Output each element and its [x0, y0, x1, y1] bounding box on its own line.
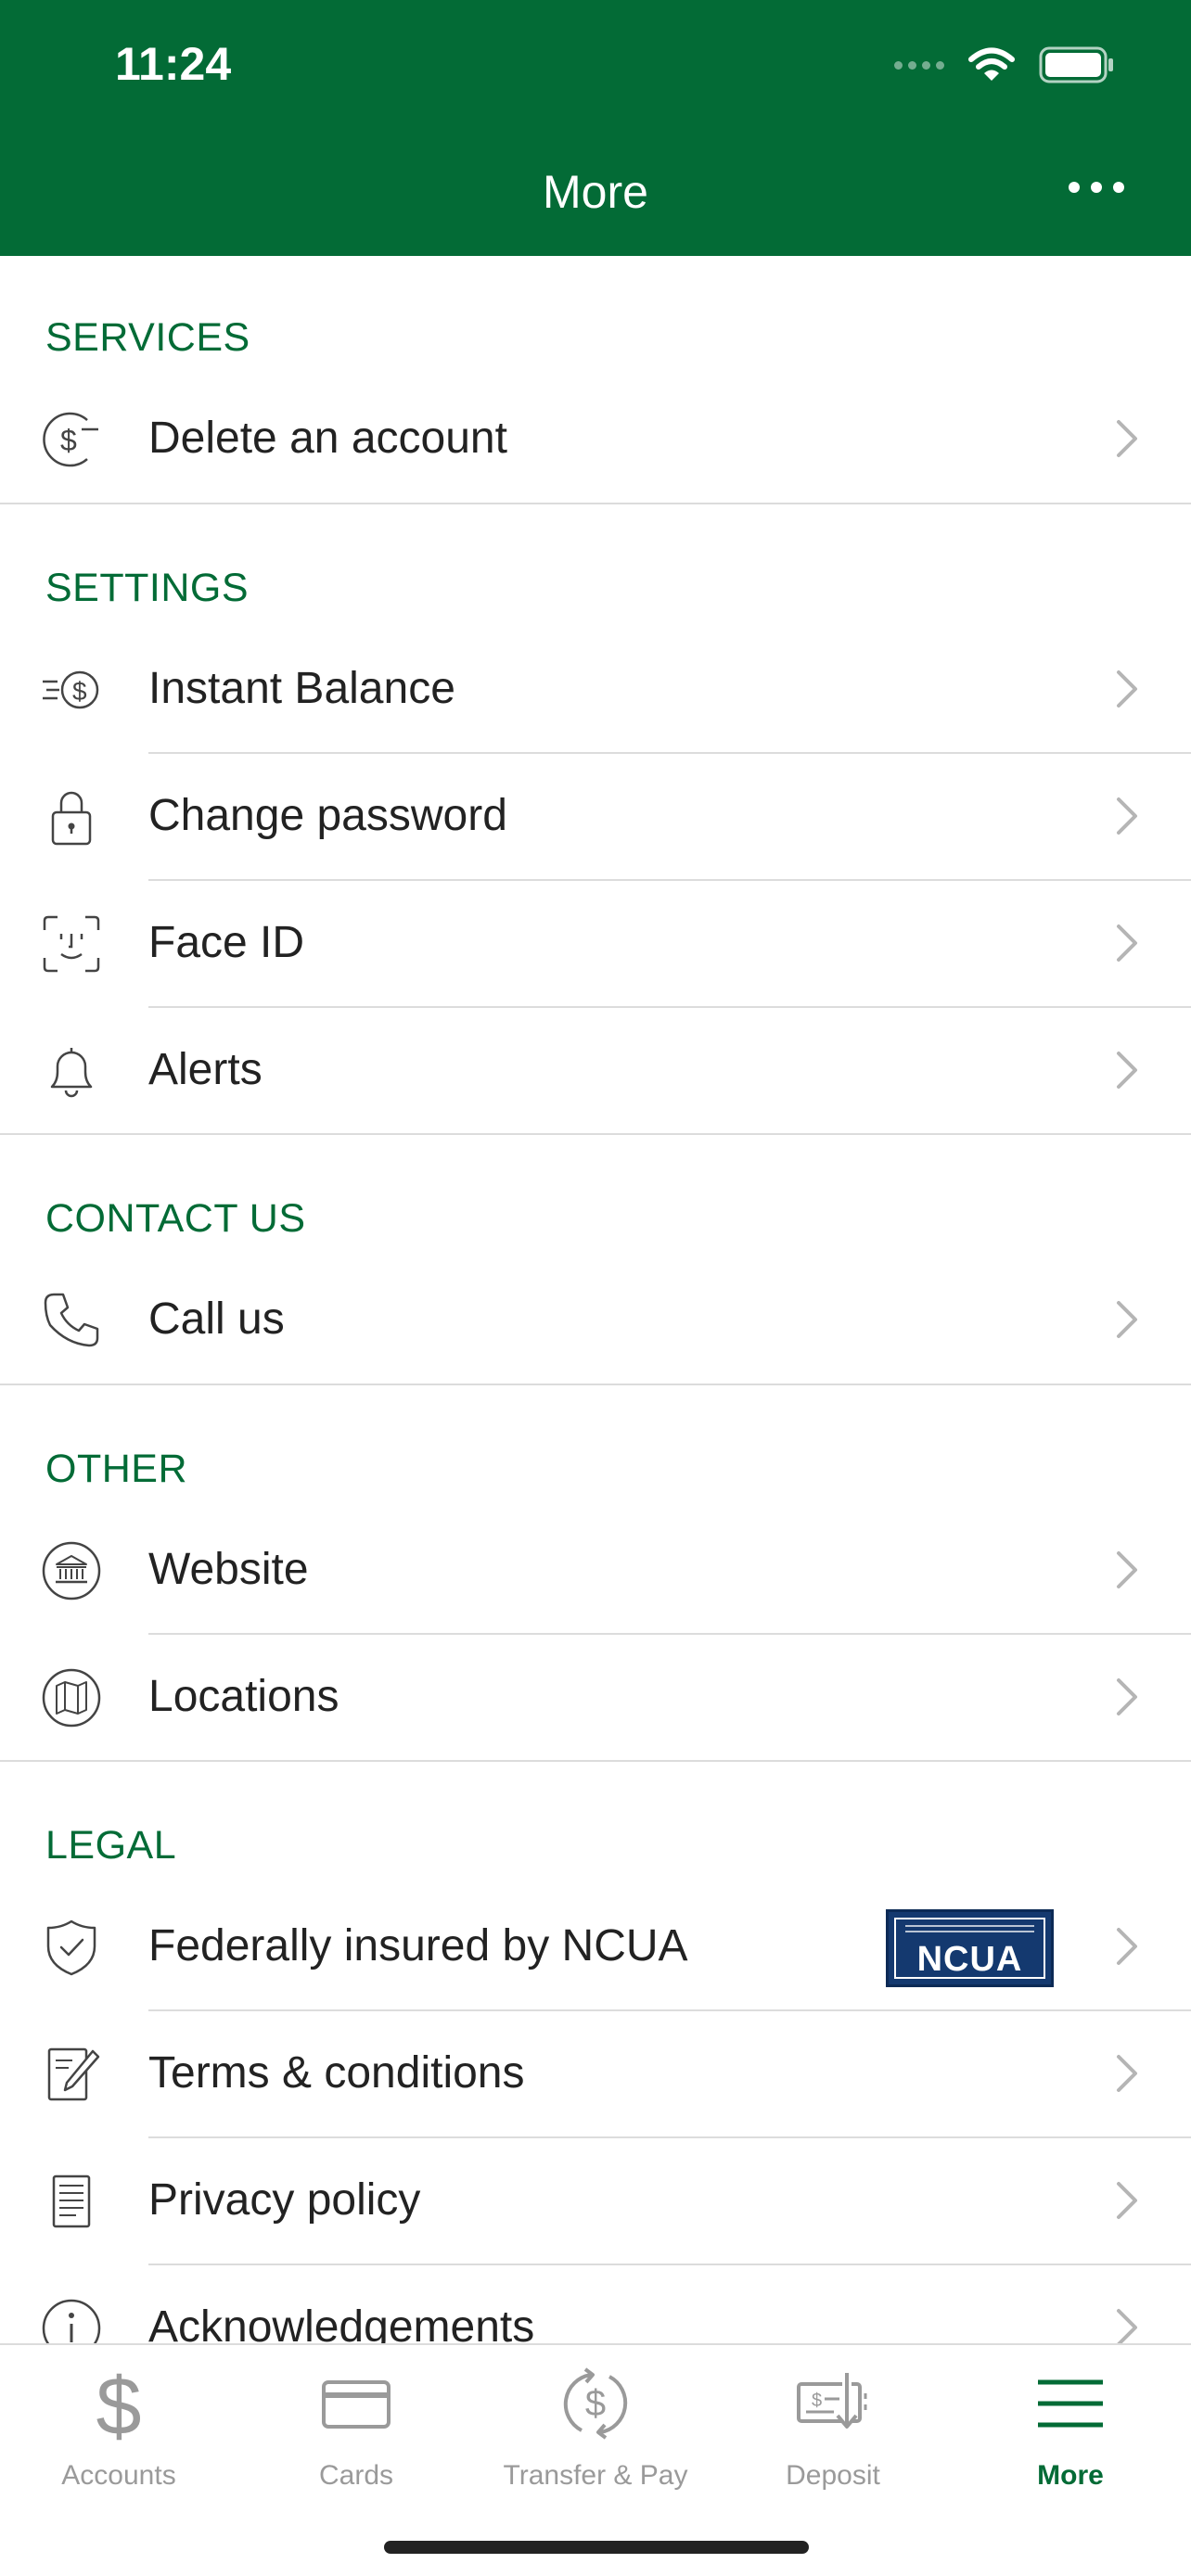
- menu-item-label: Privacy policy: [148, 2175, 421, 2225]
- menu-item-label: Locations: [148, 1672, 339, 1721]
- tab-label: Cards: [318, 2460, 394, 2491]
- svg-text:$: $: [96, 2362, 142, 2445]
- chevron-right-icon: [1117, 1678, 1137, 1715]
- svg-text:$: $: [72, 677, 87, 706]
- chevron-right-icon: [1117, 2182, 1137, 2219]
- tab-label: More: [1037, 2460, 1104, 2491]
- menu-item-delete-account[interactable]: $ Delete an account: [0, 376, 1191, 503]
- section-divider: [0, 1760, 1191, 1762]
- menu-item-alerts[interactable]: Alerts: [0, 1007, 1191, 1134]
- section-header-contact-us: CONTACT US: [45, 1196, 306, 1241]
- tab-deposit[interactable]: $ Deposit: [714, 2345, 952, 2531]
- menu-item-label: Alerts: [148, 1045, 263, 1094]
- menu-item-privacy-policy[interactable]: Privacy policy: [0, 2137, 1191, 2264]
- chevron-right-icon: [1117, 2309, 1137, 2343]
- transfer-icon: $: [563, 2367, 628, 2440]
- svg-text:$: $: [585, 2383, 606, 2424]
- shield-check-icon: [46, 1919, 96, 1976]
- chevron-right-icon: [1117, 1928, 1137, 1965]
- check-deposit-icon: $: [797, 2373, 867, 2429]
- menu-item-call-us[interactable]: Call us: [0, 1256, 1191, 1384]
- section-divider: [0, 1384, 1191, 1385]
- section-header-legal: LEGAL: [45, 1823, 177, 1868]
- menu-item-federally-insured[interactable]: Federally insured by NCUA NCUA: [0, 1883, 1191, 2010]
- chevron-right-icon: [1117, 1551, 1137, 1588]
- ncua-badge-text: NCUA: [916, 1940, 1023, 1979]
- menu-item-label: Change password: [148, 791, 507, 840]
- section-header-settings: SETTINGS: [45, 566, 250, 610]
- document-edit-icon: [47, 2047, 100, 2101]
- lock-icon: [51, 791, 92, 846]
- home-indicator: [384, 2541, 809, 2554]
- tab-label: Transfer & Pay: [503, 2460, 688, 2491]
- dollar-minus-icon: $: [43, 412, 98, 467]
- menu-item-label: Delete an account: [148, 414, 507, 463]
- tab-transfer-pay[interactable]: $ Transfer & Pay: [477, 2345, 714, 2531]
- menu-item-locations[interactable]: Locations: [0, 1634, 1191, 1761]
- info-icon: [42, 2299, 101, 2343]
- more-menu-list: SERVICES $ Delete an account SETTINGS $ …: [0, 256, 1191, 2343]
- tab-label: Accounts: [61, 2460, 176, 2491]
- menu-item-label: Federally insured by NCUA: [148, 1921, 688, 1970]
- menu-item-label: Website: [148, 1545, 309, 1594]
- card-icon: [322, 2380, 391, 2429]
- cellular-signal-icon: [894, 60, 944, 70]
- section-divider: [0, 503, 1191, 504]
- phone-icon: [44, 1293, 99, 1347]
- section-header-other: OTHER: [45, 1447, 187, 1491]
- tab-more[interactable]: More: [952, 2345, 1189, 2531]
- section-header-services: SERVICES: [45, 315, 250, 360]
- menu-item-label: Call us: [148, 1294, 285, 1344]
- svg-text:$: $: [812, 2391, 822, 2411]
- dollar-icon: $: [96, 2362, 142, 2445]
- chevron-right-icon: [1117, 420, 1137, 457]
- chevron-right-icon: [1117, 1301, 1137, 1338]
- status-icons: [894, 46, 1115, 83]
- menu-item-label: Terms & conditions: [148, 2048, 525, 2098]
- tab-accounts[interactable]: $ Accounts: [0, 2345, 237, 2531]
- menu-item-label: Instant Balance: [148, 664, 455, 713]
- menu-item-website[interactable]: Website: [0, 1507, 1191, 1634]
- menu-item-face-id[interactable]: Face ID: [0, 880, 1191, 1007]
- menu-item-change-password[interactable]: Change password: [0, 753, 1191, 880]
- menu-icon: [1038, 2379, 1103, 2428]
- app-header: 11:24 More: [0, 0, 1191, 256]
- chevron-right-icon: [1117, 925, 1137, 962]
- wifi-icon: [968, 47, 1015, 81]
- bell-icon: [50, 1048, 93, 1098]
- chevron-right-icon: [1117, 1052, 1137, 1089]
- bank-building-icon: [42, 1541, 101, 1600]
- ncua-badge: NCUA: [886, 1909, 1054, 1987]
- svg-text:$: $: [60, 424, 77, 457]
- tab-label: Deposit: [786, 2460, 880, 2491]
- menu-item-label: Acknowledgements: [148, 2302, 535, 2343]
- chevron-right-icon: [1117, 2055, 1137, 2092]
- menu-item-instant-balance[interactable]: $ Instant Balance: [0, 626, 1191, 753]
- section-divider: [0, 1133, 1191, 1135]
- chevron-right-icon: [1117, 797, 1137, 835]
- menu-item-acknowledgements[interactable]: Acknowledgements: [0, 2264, 1191, 2343]
- document-lines-icon: [52, 2174, 91, 2228]
- more-options-icon[interactable]: [1069, 182, 1124, 193]
- instant-balance-icon: $: [43, 670, 99, 709]
- map-icon: [42, 1668, 101, 1728]
- menu-item-terms-conditions[interactable]: Terms & conditions: [0, 2010, 1191, 2137]
- page-title: More: [543, 166, 648, 218]
- face-id-icon: [43, 915, 100, 973]
- battery-icon: [1039, 46, 1113, 83]
- status-time: 11:24: [115, 38, 232, 90]
- menu-item-label: Face ID: [148, 918, 305, 967]
- chevron-right-icon: [1117, 670, 1137, 708]
- tab-cards[interactable]: Cards: [237, 2345, 475, 2531]
